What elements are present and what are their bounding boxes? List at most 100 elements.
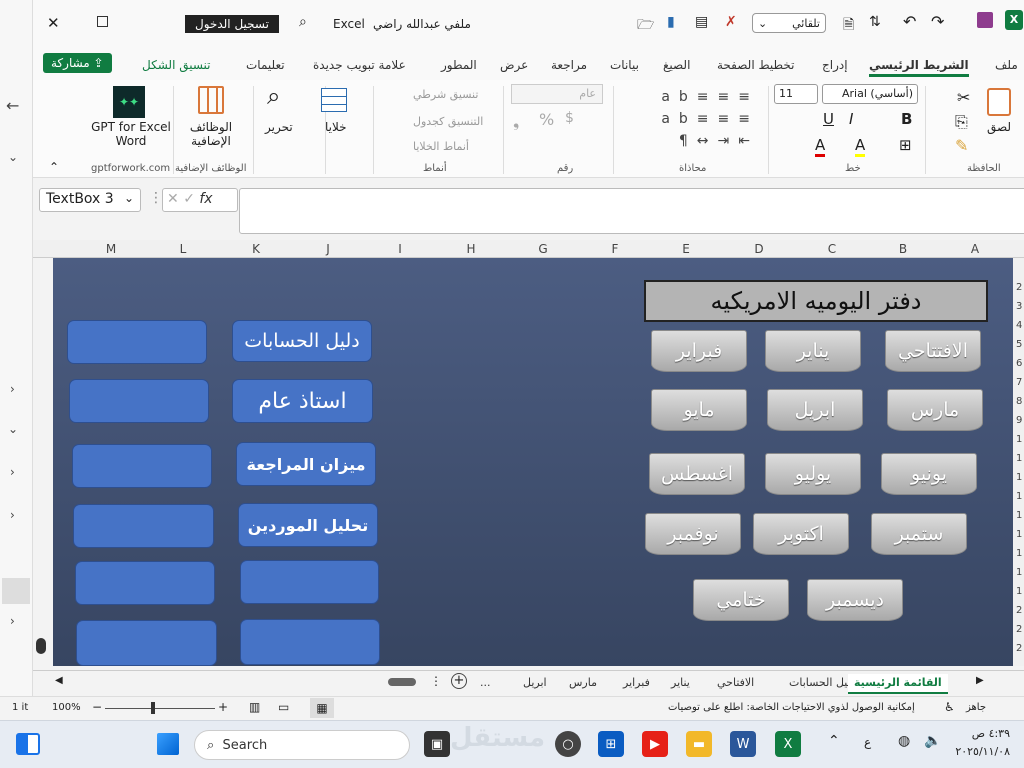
tab-insert[interactable]: إدراج <box>822 58 848 72</box>
accessibility-status[interactable]: إمكانية الوصول لذوي الاحتياجات الخاصة: ا… <box>668 702 915 713</box>
month-button[interactable]: الافتتاحي <box>885 330 981 372</box>
maximize-icon[interactable] <box>97 16 108 27</box>
zoom-out-icon[interactable]: − <box>92 700 102 714</box>
tab-file[interactable]: ملف <box>995 58 1018 72</box>
cond-format-button[interactable]: تنسيق شرطي <box>413 88 478 101</box>
empty-button[interactable] <box>72 444 212 488</box>
month-button[interactable]: ستمبر <box>871 513 967 555</box>
bold-button[interactable]: B <box>901 110 912 128</box>
format-painter-icon[interactable]: ✎ <box>955 136 968 155</box>
month-button[interactable]: يونيو <box>881 453 977 495</box>
language-indicator[interactable]: ع <box>864 735 871 749</box>
column-header[interactable]: D <box>749 242 769 256</box>
formula-input[interactable] <box>239 188 1024 234</box>
header-textbox[interactable]: دفتر اليوميه الامريكيه <box>644 280 988 322</box>
gpt-button-label[interactable]: GPT for Excel Word <box>91 120 171 148</box>
youtube-icon[interactable]: ▶ <box>642 731 668 757</box>
addins-icon[interactable] <box>198 86 224 114</box>
empty-button[interactable] <box>75 561 215 605</box>
start-icon[interactable] <box>157 733 179 755</box>
alignment-buttons[interactable]: ab≡≡≡ ab≡≡≡ ¶↔⇥⇤ <box>619 86 759 152</box>
currency-icon[interactable]: $ <box>565 110 574 126</box>
tab-formulas[interactable]: الصيغ <box>663 58 690 72</box>
chart-icon[interactable]: ▮ <box>667 14 675 30</box>
clock-time[interactable]: ٤:٣٩ ص <box>956 727 1010 740</box>
link-button[interactable]: تحليل الموردين <box>238 503 378 547</box>
italic-button[interactable]: I <box>849 110 853 128</box>
excel-icon[interactable]: X <box>775 731 801 757</box>
signin-button[interactable]: تسجيل الدخول <box>185 15 279 33</box>
comma-icon[interactable]: ❟ <box>513 112 519 132</box>
zoom-slider-thumb[interactable] <box>151 702 155 714</box>
month-button[interactable]: نوفمبر <box>645 513 741 555</box>
word-icon[interactable]: W <box>730 731 756 757</box>
delete-sheet-icon[interactable]: ✗ <box>725 14 737 30</box>
sheet-tab-active[interactable]: القائمة الرئيسية <box>848 674 948 694</box>
copy-icon[interactable]: ⎘ <box>955 112 968 132</box>
tab-home[interactable]: الشريط الرئيسي <box>869 58 969 77</box>
sheet-tab-more[interactable]: ... <box>474 674 497 694</box>
redo-icon[interactable]: ↷ <box>931 12 944 31</box>
chevron-right-icon[interactable]: › <box>10 382 15 396</box>
taskbar-search[interactable]: ⌕ Search <box>194 730 410 760</box>
link-button[interactable]: دليل الحسابات <box>232 320 372 362</box>
scroll-right-icon[interactable]: ▶ <box>976 675 984 686</box>
sheet-area[interactable]: دفتر اليوميه الامريكيه الافتتاحي يناير ف… <box>53 258 1013 666</box>
number-format-dropdown[interactable]: عام <box>511 84 603 104</box>
sheet-tab[interactable]: فبراير <box>617 674 656 694</box>
cells-icon[interactable] <box>321 88 347 112</box>
form-icon[interactable]: ▤ <box>695 14 708 30</box>
column-header[interactable]: L <box>173 242 193 256</box>
store-icon[interactable]: ⊞ <box>598 731 624 757</box>
sort-icon[interactable]: ⇅ <box>869 14 881 30</box>
collapse-ribbon-icon[interactable]: ⌃ <box>49 160 59 174</box>
page-break-view-icon[interactable]: ▥ <box>249 700 260 714</box>
format-table-button[interactable]: التنسيق كجدول <box>413 115 483 128</box>
link-button[interactable]: ميزان المراجعة <box>236 442 376 486</box>
empty-button[interactable] <box>69 379 209 423</box>
month-button[interactable]: ختامي <box>693 579 789 621</box>
tab-data[interactable]: بيانات <box>610 58 639 72</box>
horizontal-scrollbar[interactable] <box>388 678 416 686</box>
paste-icon[interactable] <box>987 88 1011 116</box>
highlight-button[interactable]: A <box>855 136 866 157</box>
month-button[interactable]: فبراير <box>651 330 747 372</box>
tab-developer[interactable]: المطور <box>441 58 477 72</box>
empty-button[interactable] <box>67 320 207 364</box>
file-explorer-icon[interactable]: ▬ <box>686 731 712 757</box>
column-header[interactable]: C <box>822 242 842 256</box>
enter-icon[interactable]: ✓ <box>183 191 195 207</box>
close-icon[interactable]: ✕ <box>47 14 60 32</box>
more-options-icon[interactable]: ⋮ <box>149 190 163 206</box>
month-button[interactable]: مايو <box>651 389 747 431</box>
month-button[interactable]: يوليو <box>765 453 861 495</box>
more-options-icon[interactable]: ⋮ <box>430 674 442 688</box>
app-icon[interactable]: ○ <box>555 731 581 757</box>
font-size-dropdown[interactable]: 11 <box>774 84 818 104</box>
scroll-left-icon[interactable]: ◀ <box>55 675 63 686</box>
font-name-dropdown[interactable]: Arial (أساسي) <box>822 84 918 104</box>
tab-new-tab[interactable]: علامة تبويب جديدة <box>313 58 406 72</box>
column-header[interactable]: F <box>605 242 625 256</box>
addins-label[interactable]: الوظائف الإضافية <box>183 120 239 148</box>
sheet-tab[interactable]: الافتاحي <box>711 674 760 694</box>
column-header[interactable]: M <box>101 242 121 256</box>
column-header[interactable]: E <box>676 242 696 256</box>
autosave-dropdown[interactable]: ⌄ تلقائي <box>752 13 826 33</box>
column-header[interactable]: A <box>965 242 985 256</box>
month-button[interactable]: يناير <box>765 330 861 372</box>
empty-button[interactable] <box>76 620 217 666</box>
add-sheet-icon[interactable]: + <box>451 673 467 689</box>
month-button[interactable]: اكتوبر <box>753 513 849 555</box>
accessibility-icon[interactable]: ♿ <box>944 700 955 714</box>
column-header[interactable]: I <box>390 242 410 256</box>
scroll-handle[interactable] <box>36 638 46 654</box>
month-button[interactable]: ابريل <box>767 389 863 431</box>
print-preview-icon[interactable]: 🗎 <box>843 14 854 38</box>
column-header[interactable]: J <box>318 242 338 256</box>
clock-date[interactable]: ٢٠٢٥/١١/٠٨ <box>944 745 1010 758</box>
paste-label[interactable]: لصق <box>987 120 1011 134</box>
network-icon[interactable]: ◍ <box>898 733 910 749</box>
tab-shape-format[interactable]: تنسيق الشكل <box>142 58 211 72</box>
column-header[interactable]: K <box>246 242 266 256</box>
